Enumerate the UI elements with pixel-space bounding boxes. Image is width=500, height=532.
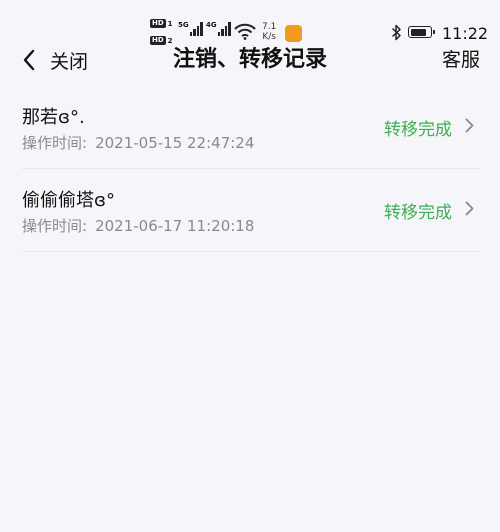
record-list: 那若ɞ°. 操作时间: 2021-05-15 22:47:24 转移完成 偷偷偷塔… (22, 86, 480, 252)
sim1-signal-icon: 5G (178, 22, 203, 36)
bluetooth-icon (391, 24, 401, 41)
record-name: 偷偷偷塔ɞ° (22, 190, 115, 211)
page-title: 注销、转移记录 (172, 47, 327, 72)
app-notification-icon (285, 25, 302, 42)
hd-badge: HD (150, 36, 166, 45)
record-time-value: 2021-05-15 22:47:24 (95, 134, 255, 152)
speed-unit: K/s (262, 32, 276, 42)
sim-number: 1 (167, 19, 173, 28)
chevron-right-icon (465, 201, 474, 216)
record-row[interactable]: 那若ɞ°. 操作时间: 2021-05-15 22:47:24 转移完成 (22, 86, 480, 169)
network-type: 4G (206, 21, 217, 29)
record-status: 转移完成 (384, 120, 452, 140)
status-time: 11:22 (442, 24, 489, 43)
record-status: 转移完成 (384, 203, 452, 223)
hd-badge: HD (150, 19, 166, 28)
network-type: 5G (178, 21, 189, 29)
network-speed: 7.1 K/s (262, 22, 276, 42)
battery-icon (408, 26, 435, 38)
record-time: 操作时间: 2021-05-15 22:47:24 (22, 132, 254, 153)
record-row[interactable]: 偷偷偷塔ɞ° 操作时间: 2021-06-17 11:20:18 转移完成 (22, 169, 480, 252)
record-time-value: 2021-06-17 11:20:18 (95, 217, 255, 235)
wifi-icon (234, 23, 256, 40)
sim1-hd-indicator: HD 1 (150, 19, 173, 28)
chevron-right-icon (465, 118, 474, 133)
customer-service-button[interactable]: 客服 (442, 46, 480, 74)
sim-number: 2 (167, 36, 173, 45)
nav-bar: 关闭 注销、转移记录 客服 (0, 46, 500, 74)
record-time: 操作时间: 2021-06-17 11:20:18 (22, 215, 254, 236)
status-bar: HD 1 HD 2 5G 4G 7.1 K/s 11:22 (0, 0, 500, 46)
record-time-label: 操作时间: (22, 217, 88, 235)
speed-value: 7.1 (262, 22, 277, 32)
record-name: 那若ɞ°. (22, 107, 85, 128)
sim2-hd-indicator: HD 2 (150, 36, 173, 45)
record-time-label: 操作时间: (22, 134, 88, 152)
sim2-signal-icon: 4G (206, 22, 231, 36)
